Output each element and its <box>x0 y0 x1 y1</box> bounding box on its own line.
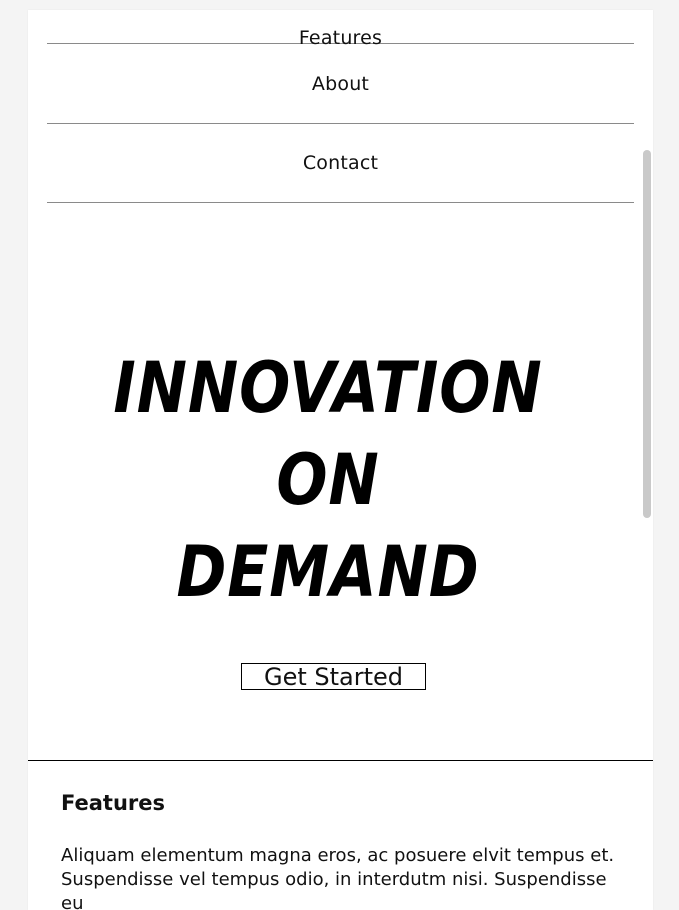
features-paragraph: Aliquam elementum magna eros, ac posuere… <box>61 845 615 910</box>
nav-item-features[interactable]: Features <box>47 10 634 49</box>
page-card: Features About Contact INNOVATION ON DEM… <box>28 10 653 910</box>
hero-title: INNOVATION ON DEMAND <box>70 342 586 618</box>
nav-item-label: Contact <box>302 151 379 174</box>
hero-title-line: ON <box>276 439 380 521</box>
hero-section: INNOVATION ON DEMAND Get Started <box>28 202 653 761</box>
nav-item-about[interactable]: About <box>47 44 634 124</box>
nav-item-label: About <box>311 72 370 95</box>
hero-title-line: INNOVATION <box>113 347 543 429</box>
features-heading: Features <box>61 791 165 815</box>
hero-title-line: DEMAND <box>176 531 480 613</box>
scrollbar-thumb[interactable] <box>643 150 651 518</box>
features-section: Features Aliquam elementum magna eros, a… <box>61 788 621 910</box>
nav-item-contact[interactable]: Contact <box>47 123 634 203</box>
get-started-button[interactable]: Get Started <box>241 663 426 691</box>
